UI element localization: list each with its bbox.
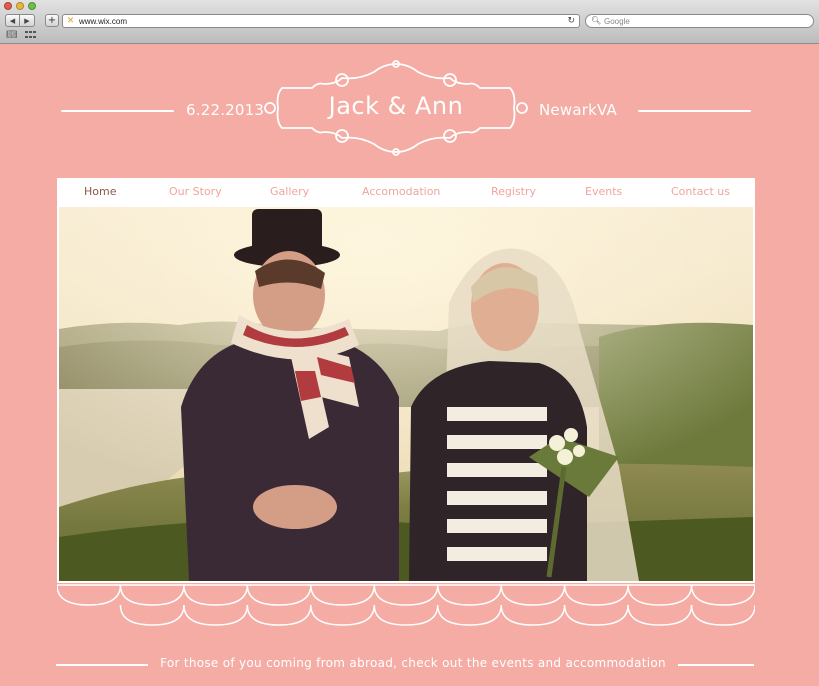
top-sites-grid-icon[interactable] <box>25 31 37 40</box>
scallop-arc <box>119 604 185 626</box>
scallop-arc <box>246 584 312 606</box>
scallop-arc <box>436 584 502 606</box>
wix-favicon-icon: ✕ <box>66 16 75 26</box>
scallop-arc <box>690 604 755 626</box>
search-field[interactable]: 🔍︎ Google <box>585 14 814 28</box>
add-bookmark-button[interactable]: + <box>45 14 59 27</box>
reload-icon[interactable]: ↻ <box>567 15 575 27</box>
back-arrow-icon: ◀ <box>9 16 16 25</box>
header-divider-left <box>61 110 174 112</box>
forward-arrow-icon: ▶ <box>24 16 30 25</box>
site-navigation: Home Our Story Gallery Accomodation Regi… <box>57 178 755 205</box>
scalloped-border <box>57 584 755 626</box>
scallop-arc <box>627 604 693 626</box>
url-text: www.wix.com <box>79 17 128 26</box>
nav-gallery[interactable]: Gallery <box>270 178 309 205</box>
scallop-arc <box>183 604 249 626</box>
window-controls <box>4 2 36 10</box>
scallop-arc <box>310 604 376 626</box>
scallop-arc <box>563 584 629 606</box>
nav-our-story[interactable]: Our Story <box>169 178 222 205</box>
search-icon: 🔍︎ <box>591 16 602 25</box>
back-button[interactable]: ◀ <box>5 14 20 27</box>
footer-divider-right <box>678 664 754 666</box>
scallop-arc <box>690 584 755 606</box>
scallop-arc <box>373 584 439 606</box>
scallop-arc <box>436 604 502 626</box>
header-divider-right <box>638 110 751 112</box>
footer-message: For those of you coming from abroad, che… <box>160 656 666 670</box>
scallop-arc <box>310 584 376 606</box>
forward-button[interactable]: ▶ <box>20 14 35 27</box>
nav-accomodation[interactable]: Accomodation <box>362 178 440 205</box>
history-buttons: ◀ ▶ <box>5 14 35 27</box>
nav-events[interactable]: Events <box>585 178 622 205</box>
scallop-arc <box>119 584 185 606</box>
hero-couple-photo <box>57 205 755 583</box>
scallop-arc <box>183 584 249 606</box>
scallop-arc <box>246 604 312 626</box>
footer-divider-left <box>56 664 148 666</box>
address-bar[interactable]: ✕ www.wix.com ↻ <box>62 14 580 28</box>
wedding-location: NewarkVA <box>539 101 617 119</box>
couple-names-title: Jack & Ann <box>328 92 464 120</box>
browser-toolbar: ◀ ▶ + ✕ www.wix.com ↻ 🔍︎ Google 📖︎ <box>0 0 819 44</box>
scallop-arc <box>500 604 566 626</box>
close-window-button[interactable] <box>4 2 12 10</box>
zoom-window-button[interactable] <box>28 2 36 10</box>
minimize-window-button[interactable] <box>16 2 24 10</box>
scallop-arc <box>563 604 629 626</box>
nav-home[interactable]: Home <box>84 178 116 205</box>
search-placeholder: Google <box>604 17 630 26</box>
scallop-arc <box>373 604 439 626</box>
scallop-arc <box>627 584 693 606</box>
nav-contact-us[interactable]: Contact us <box>671 178 730 205</box>
scallop-arc <box>57 584 122 606</box>
bookmarks-book-icon[interactable]: 📖︎ <box>6 31 18 40</box>
plus-icon: + <box>47 15 57 26</box>
scallop-arc <box>500 584 566 606</box>
nav-registry[interactable]: Registry <box>491 178 536 205</box>
wedding-date: 6.22.2013 <box>186 101 265 119</box>
